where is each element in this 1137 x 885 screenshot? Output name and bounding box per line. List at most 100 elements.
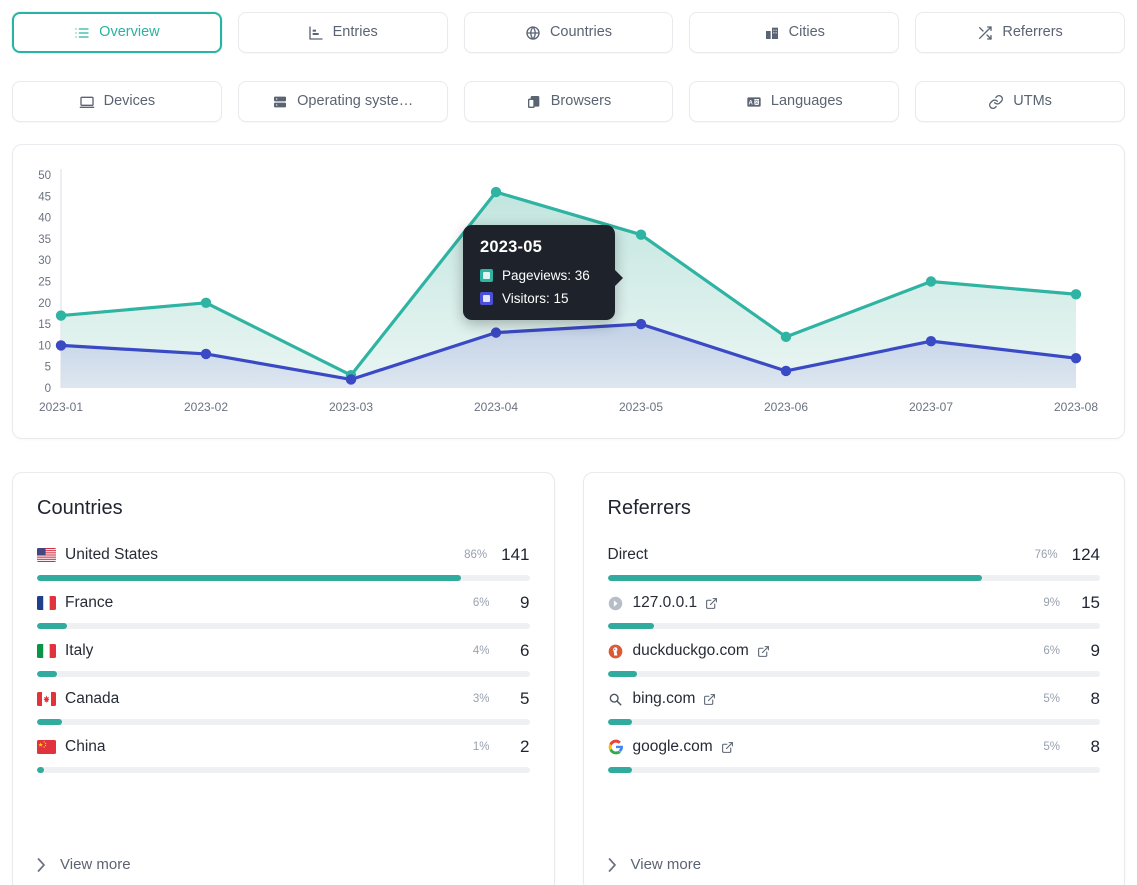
progress-track [37, 575, 530, 581]
stat-label: bing.com [633, 690, 696, 708]
progress-fill [608, 719, 633, 725]
tab-operating-syste[interactable]: Operating syste… [238, 81, 448, 122]
stat-row[interactable]: Direct 76% 124 [608, 542, 1101, 581]
progress-fill [608, 623, 655, 629]
stat-row[interactable]: 127.0.0.19%15 [608, 590, 1101, 629]
svg-text:35: 35 [38, 234, 51, 246]
countries-panel-title: Countries [37, 497, 530, 520]
stat-row[interactable]: France6%9 [37, 590, 530, 629]
stat-row[interactable]: United States86%141 [37, 542, 530, 581]
stat-value: 124 [1072, 545, 1100, 565]
stat-label: Italy [65, 642, 93, 660]
progress-fill [37, 575, 461, 581]
stat-percent: 4% [473, 645, 490, 657]
svg-text:2023-04: 2023-04 [474, 400, 518, 414]
stat-value: 2 [504, 737, 530, 757]
progress-fill [608, 575, 982, 581]
progress-fill [608, 671, 638, 677]
tooltip-row-visitors: Visitors: 15 [480, 291, 600, 306]
server-icon [272, 94, 288, 110]
shuffle-icon [977, 25, 993, 41]
tooltip-visitors-label: Visitors: 15 [502, 291, 569, 306]
stat-percent: 76% [1035, 549, 1058, 561]
tab-label: Devices [104, 94, 156, 109]
flag-icon-ca [37, 692, 56, 706]
stat-percent: 6% [1043, 645, 1060, 657]
progress-track [608, 767, 1101, 773]
svg-text:0: 0 [45, 383, 51, 395]
svg-text:30: 30 [38, 255, 51, 267]
progress-track [608, 719, 1101, 725]
list-icon [74, 25, 90, 41]
progress-track [37, 671, 530, 677]
tab-label: Browsers [551, 94, 611, 109]
stat-row[interactable]: bing.com5%8 [608, 686, 1101, 725]
svg-text:A: A [748, 100, 753, 106]
external-link-icon[interactable] [721, 741, 734, 754]
tab-label: Countries [550, 25, 612, 40]
progress-track [608, 623, 1101, 629]
countries-panel: Countries United States86%141 France6%9 It… [12, 472, 555, 885]
chart-tooltip: 2023-05 Pageviews: 36 Visitors: 15 [463, 225, 615, 320]
flag-icon-fr [37, 596, 56, 610]
stat-value: 9 [1074, 641, 1100, 661]
stat-value: 8 [1074, 689, 1100, 709]
stat-row[interactable]: Canada3%5 [37, 686, 530, 725]
countries-view-more-button[interactable]: View more [37, 856, 131, 873]
tab-browsers[interactable]: Browsers [464, 81, 674, 122]
tab-overview[interactable]: Overview [12, 12, 222, 53]
stat-label: Direct [608, 546, 648, 564]
progress-fill [608, 767, 633, 773]
external-link-icon[interactable] [703, 693, 716, 706]
tab-cities[interactable]: Cities [689, 12, 899, 53]
stat-label: China [65, 738, 106, 756]
svg-text:2023-05: 2023-05 [619, 400, 663, 414]
progress-track [37, 623, 530, 629]
progress-track [608, 575, 1101, 581]
tab-languages[interactable]: A文Languages [689, 81, 899, 122]
favicon-duckduckgo-icon [608, 643, 624, 659]
tab-utms[interactable]: UTMs [915, 81, 1125, 122]
referrers-panel-title: Referrers [608, 497, 1101, 520]
svg-text:2023-08: 2023-08 [1054, 400, 1098, 414]
tab-label: Overview [99, 25, 159, 40]
stat-row[interactable]: duckduckgo.com6%9 [608, 638, 1101, 677]
visitors-swatch [480, 292, 493, 305]
laptop-icon [79, 94, 95, 110]
svg-text:2023-06: 2023-06 [764, 400, 808, 414]
tab-label: Languages [771, 94, 843, 109]
tab-referrers[interactable]: Referrers [915, 12, 1125, 53]
tab-label: Referrers [1002, 25, 1062, 40]
svg-text:45: 45 [38, 191, 51, 203]
svg-text:50: 50 [38, 170, 51, 182]
tab-bar-row-1: Overview Entries Countries Cities Referrers [0, 0, 1137, 53]
stat-row[interactable]: China1%2 [37, 734, 530, 773]
link-icon [988, 94, 1004, 110]
stat-row[interactable]: google.com5%8 [608, 734, 1101, 773]
tab-countries[interactable]: Countries [464, 12, 674, 53]
chart-area[interactable]: 051015202530354045502023-012023-022023-0… [13, 145, 1124, 438]
browser-icon [526, 94, 542, 110]
tab-entries[interactable]: Entries [238, 12, 448, 53]
referrers-list: Direct76%124127.0.0.19%15duckduckgo.com6… [608, 542, 1101, 773]
referrers-view-more-button[interactable]: View more [608, 856, 702, 873]
svg-text:40: 40 [38, 213, 51, 225]
chevron-right-icon [608, 858, 617, 872]
tab-devices[interactable]: Devices [12, 81, 222, 122]
flag-icon-us [37, 548, 56, 562]
svg-text:20: 20 [38, 298, 51, 310]
stat-label: google.com [633, 738, 713, 756]
referrers-panel: Referrers Direct76%124127.0.0.19%15duckd… [583, 472, 1126, 885]
stat-row[interactable]: Italy4%6 [37, 638, 530, 677]
progress-track [608, 671, 1101, 677]
stat-value: 5 [504, 689, 530, 709]
stat-percent: 6% [473, 597, 490, 609]
flag-icon-it [37, 644, 56, 658]
traffic-chart-card: 051015202530354045502023-012023-022023-0… [12, 144, 1125, 439]
referrers-view-more-label: View more [631, 856, 702, 873]
tab-label: Cities [789, 25, 825, 40]
building-icon [764, 25, 780, 41]
external-link-icon[interactable] [705, 597, 718, 610]
svg-text:2023-07: 2023-07 [909, 400, 953, 414]
external-link-icon[interactable] [757, 645, 770, 658]
